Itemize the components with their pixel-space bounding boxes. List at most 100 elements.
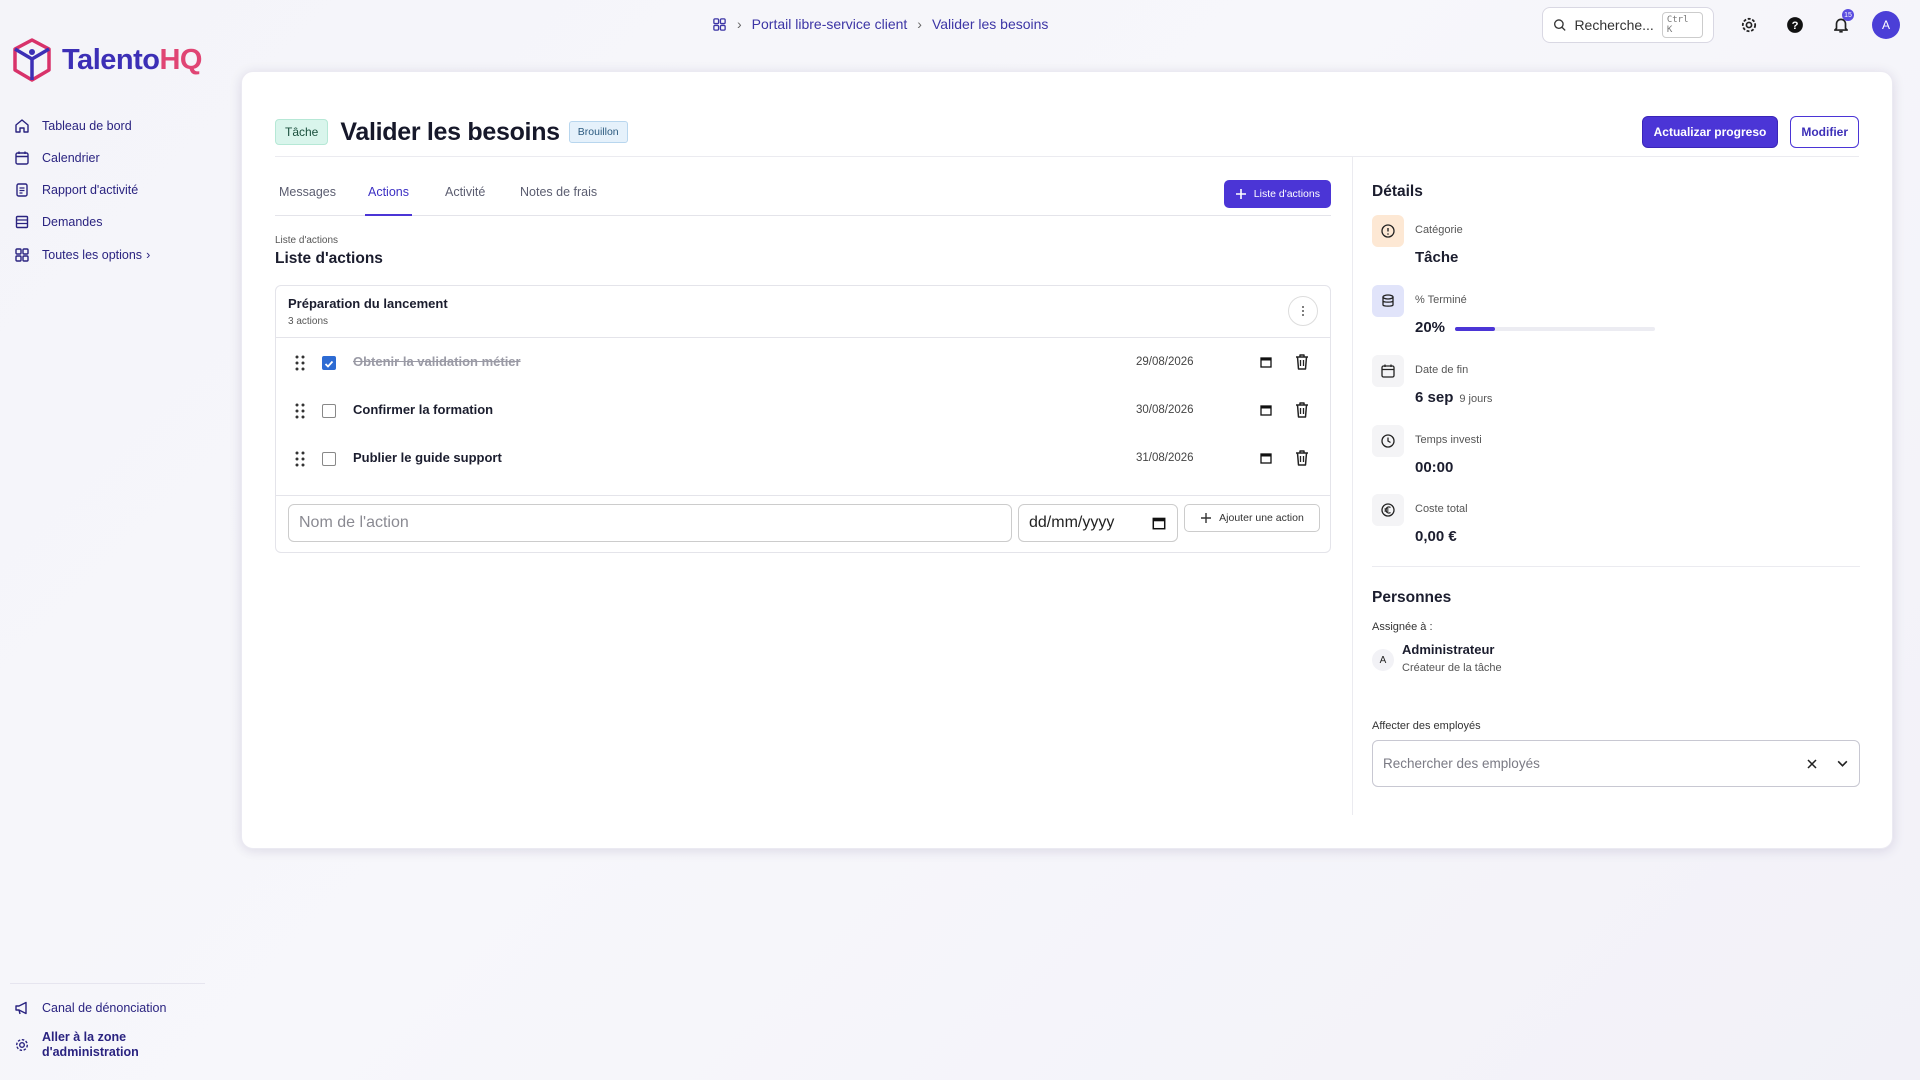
sidebar-item-admin[interactable]: Aller à la zone d'administration [14,1030,204,1060]
tab-activity[interactable]: Activité [445,180,485,216]
people-title: Personnes [1372,589,1452,606]
calendar-icon[interactable] [1259,451,1273,465]
database-icon [1372,285,1404,317]
cost-value: 0,00 € [1415,528,1457,545]
avatar: A [1372,649,1394,671]
search-icon [1554,19,1566,31]
calendar-icon [1372,355,1404,387]
gear-icon [15,1038,29,1052]
apps-icon[interactable] [712,17,727,32]
add-action-row: Nom de l'action dd/mm/yyyy Ajouter une a… [276,495,1330,552]
section-title: Liste d'actions [275,250,383,267]
bottom-nav: Canal de dénonciation Aller à la zone d'… [14,1000,204,1074]
calendar-icon[interactable] [1259,403,1273,417]
person-role: Créateur de la tâche [1402,662,1502,674]
details-divider [1372,566,1860,567]
sidebar-item-whistleblowing[interactable]: Canal de dénonciation [14,1000,204,1016]
action-label[interactable]: Publier le guide support [353,450,502,465]
column-divider [1352,157,1353,815]
action-checkbox[interactable] [322,356,336,370]
edit-button[interactable]: Modifier [1790,116,1859,148]
sidebar-item-label: Demandes [42,215,103,229]
tab-messages[interactable]: Messages [279,180,336,216]
update-progress-button[interactable]: Actualizar progreso [1641,116,1779,148]
action-date[interactable]: 30/08/2026 [1136,404,1194,416]
tab-actions[interactable]: Actions [365,180,412,216]
progress-bar [1455,327,1655,331]
trash-icon[interactable] [1294,353,1310,371]
action-date[interactable]: 31/08/2026 [1136,452,1194,464]
section-caption: Liste d'actions [275,235,339,246]
person-name: Administrateur [1402,642,1495,657]
calendar-icon[interactable] [1151,515,1167,531]
date-placeholder: dd/mm/yyyy [1029,514,1115,531]
action-date[interactable]: 29/08/2026 [1136,356,1194,368]
shortcut-hint: Ctrl K [1661,12,1703,38]
logo[interactable]: TalentoHQ [12,38,202,82]
action-checkbox[interactable] [322,404,336,418]
list-item: Publier le guide support 31/08/2026 [276,435,1330,483]
report-icon [16,183,28,197]
action-label[interactable]: Obtenir la validation métier [353,354,521,369]
employee-search-placeholder: Rechercher des employés [1383,756,1540,771]
drag-handle-icon[interactable] [294,402,306,420]
add-action-label: Ajouter une action [1219,512,1304,524]
drag-handle-icon[interactable] [294,354,306,372]
notifications-button[interactable]: 15 [1818,7,1864,43]
action-checkbox[interactable] [322,452,336,466]
chevron-down-icon[interactable] [1836,757,1849,770]
breadcrumb-item[interactable]: Valider les besoins [932,16,1048,32]
detail-percent: % Terminé 20% [1372,285,1860,355]
help-icon: ? [1787,17,1803,33]
sidebar-item-dashboard[interactable]: Tableau de bord [14,110,204,142]
detail-time: Temps investi 00:00 [1372,425,1860,495]
info-icon [1372,215,1404,247]
list-item: Confirmer la formation 30/08/2026 [276,387,1330,435]
sidebar-item-calendar[interactable]: Calendrier [14,142,204,174]
assigned-person[interactable]: A Administrateur Créateur de la tâche [1372,642,1672,682]
action-date-input[interactable]: dd/mm/yyyy [1018,504,1178,542]
task-header: Tâche Valider les besoins Brouillon Actu… [275,108,1859,156]
clear-icon[interactable] [1806,758,1818,770]
user-avatar[interactable]: A [1872,11,1900,39]
category-label: Catégorie [1415,224,1463,236]
breadcrumb-item[interactable]: Portail libre-service client [752,16,908,32]
add-action-list-label: Liste d'actions [1253,188,1320,200]
plus-icon [1235,189,1246,199]
settings-button[interactable] [1726,7,1772,43]
sidebar-item-requests[interactable]: Demandes [14,206,204,238]
details-title: Détails [1372,183,1423,200]
sidebar-item-activity-report[interactable]: Rapport d'activité [14,174,204,206]
action-label[interactable]: Confirmer la formation [353,402,493,417]
trash-icon[interactable] [1294,401,1310,419]
checkmark-icon [324,360,334,368]
more-vertical-icon [1302,306,1304,316]
all-options-link[interactable]: Toutes les options › [14,247,150,263]
tab-expense-notes[interactable]: Notes de frais [520,180,597,216]
search-input[interactable]: Recherche... Ctrl K [1542,7,1714,43]
more-options-button[interactable] [1288,296,1318,326]
search-placeholder: Recherche... [1574,17,1654,33]
sidebar-item-label: Aller à la zone d'administration [42,1030,139,1059]
add-action-button[interactable]: Ajouter une action [1184,504,1320,532]
action-name-input[interactable]: Nom de l'action [288,504,1012,542]
drag-handle-icon[interactable] [294,450,306,468]
percent-label: % Terminé [1415,294,1467,306]
trash-icon[interactable] [1294,449,1310,467]
checklist-title: Préparation du lancement [288,296,448,311]
tab-bar: Messages Actions Activité Notes de frais… [275,180,1331,216]
add-action-list-button[interactable]: Liste d'actions [1223,180,1331,208]
action-name-placeholder: Nom de l'action [299,514,409,531]
list-icon [15,215,29,229]
end-date-value: 6 sep 9 jours [1415,389,1493,406]
top-toolbar: Recherche... Ctrl K ? 15 A [1542,7,1900,43]
header-actions: Actualizar progreso Modifier [1641,116,1859,148]
employee-search-select[interactable]: Rechercher des employés [1372,740,1860,787]
gear-icon [1741,17,1757,33]
calendar-icon[interactable] [1259,355,1273,369]
sidebar-item-label: Calendrier [42,151,100,165]
home-icon [15,119,29,133]
task-card: Tâche Valider les besoins Brouillon Actu… [241,71,1893,849]
euro-icon [1372,494,1404,526]
help-button[interactable]: ? [1772,7,1818,43]
